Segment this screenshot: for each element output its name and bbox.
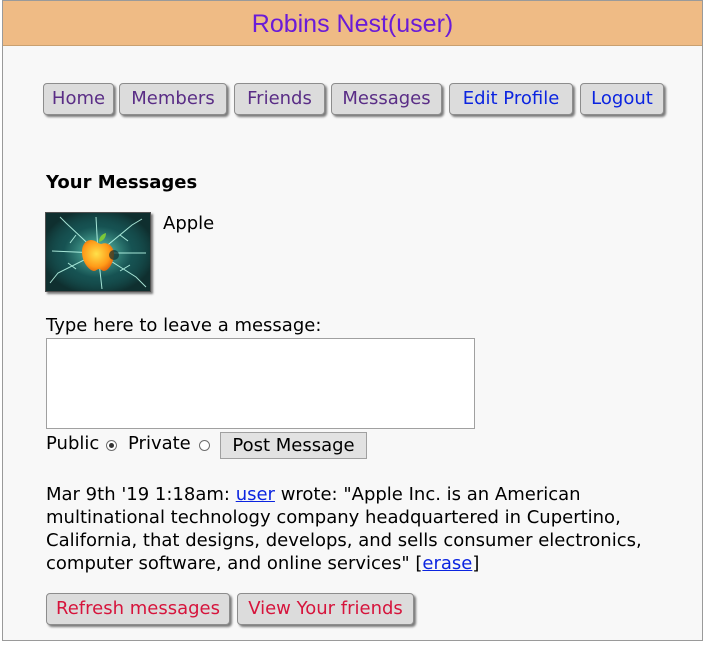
section-title: Your Messages bbox=[46, 172, 198, 193]
private-radio[interactable] bbox=[199, 440, 210, 451]
message-verb: wrote: bbox=[280, 484, 338, 505]
profile-avatar bbox=[45, 212, 151, 292]
post-message-button[interactable]: Post Message bbox=[220, 432, 367, 459]
public-label: Public bbox=[46, 433, 100, 454]
erase-link[interactable]: erase bbox=[422, 553, 472, 574]
message-textarea[interactable] bbox=[46, 338, 475, 429]
view-friends-button[interactable]: View Your friends bbox=[237, 593, 414, 625]
site-title: Robins Nest(user) bbox=[251, 10, 454, 38]
profile-name: Apple bbox=[163, 213, 215, 234]
nav-logout-button[interactable]: Logout bbox=[580, 83, 664, 115]
refresh-messages-button[interactable]: Refresh messages bbox=[46, 593, 230, 625]
public-radio[interactable] bbox=[106, 440, 117, 451]
message-timestamp: Mar 9th '19 1:18am: bbox=[46, 484, 230, 505]
private-label: Private bbox=[128, 433, 191, 454]
nav-messages-button[interactable]: Messages bbox=[331, 83, 442, 115]
nav-members-button[interactable]: Members bbox=[119, 83, 227, 115]
message-entry: Mar 9th '19 1:18am: user wrote: "Apple I… bbox=[46, 484, 642, 574]
nav-friends-button[interactable]: Friends bbox=[234, 83, 325, 115]
message-prompt-label: Type here to leave a message: bbox=[46, 315, 322, 336]
nav-home-button[interactable]: Home bbox=[43, 83, 114, 115]
page-frame: Robins Nest(user) Home Members Friends M… bbox=[2, 0, 703, 641]
message-author-link[interactable]: user bbox=[236, 484, 275, 505]
apple-logo-icon bbox=[46, 213, 150, 291]
site-header: Robins Nest(user) bbox=[3, 1, 702, 46]
nav-edit-profile-button[interactable]: Edit Profile bbox=[449, 83, 573, 115]
